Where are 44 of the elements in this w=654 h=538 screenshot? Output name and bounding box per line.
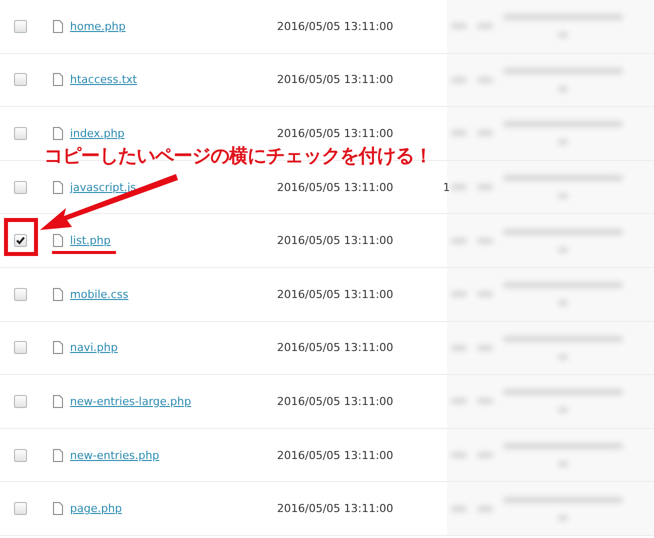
modified-date: 2016/05/05 13:11:00 (277, 448, 394, 462)
file-icon (53, 394, 63, 408)
file-icon (53, 341, 63, 354)
file-link[interactable]: htaccess.txt (70, 73, 137, 86)
modified-date: 2016/05/05 13:11:00 (277, 234, 394, 248)
modified-date: 2016/05/05 13:11:00 (277, 341, 394, 354)
file-icon (53, 288, 63, 301)
checkbox[interactable] (14, 288, 27, 301)
checkbox[interactable] (14, 180, 27, 194)
file-icon (53, 448, 63, 462)
file-icon (53, 502, 63, 516)
file-link[interactable]: index.php (70, 126, 125, 140)
file-link[interactable]: navi.php (70, 341, 118, 354)
annotation-text: コピーしたいページの横にチェックを付ける！ (44, 144, 432, 169)
highlight-underline (52, 251, 116, 254)
checkbox[interactable] (14, 341, 27, 354)
file-icon (53, 180, 63, 194)
modified-date: 2016/05/05 13:11:00 (277, 20, 394, 33)
checkbox[interactable] (14, 126, 27, 140)
modified-date: 2016/05/05 13:11:00 (277, 288, 394, 301)
modified-date: 2016/05/05 13:11:00 (277, 73, 394, 86)
checkbox[interactable] (14, 502, 27, 516)
file-link[interactable]: home.php (70, 20, 126, 33)
file-link[interactable]: new-entries.php (70, 448, 160, 462)
file-icon (53, 73, 63, 86)
modified-date: 2016/05/05 13:11:00 (277, 180, 394, 194)
highlight-frame (4, 218, 38, 256)
file-link[interactable]: list.php (70, 234, 111, 248)
modified-date: 2016/05/05 13:11:00 (277, 502, 394, 516)
checkbox[interactable] (14, 73, 27, 86)
file-link[interactable]: javascript.js (70, 180, 136, 194)
file-icon (53, 126, 63, 140)
checkbox[interactable] (14, 394, 27, 408)
checkbox[interactable] (14, 234, 27, 248)
file-link[interactable]: mobile.css (70, 288, 128, 301)
size-text: 1 (443, 180, 450, 194)
file-icon (53, 20, 63, 33)
file-link[interactable]: new-entries-large.php (70, 394, 192, 408)
checkbox[interactable] (14, 20, 27, 33)
checkbox[interactable] (14, 448, 27, 462)
modified-date: 2016/05/05 13:11:00 (277, 126, 394, 140)
file-icon (53, 234, 63, 248)
modified-date: 2016/05/05 13:11:00 (277, 394, 394, 408)
file-link[interactable]: page.php (70, 502, 122, 516)
